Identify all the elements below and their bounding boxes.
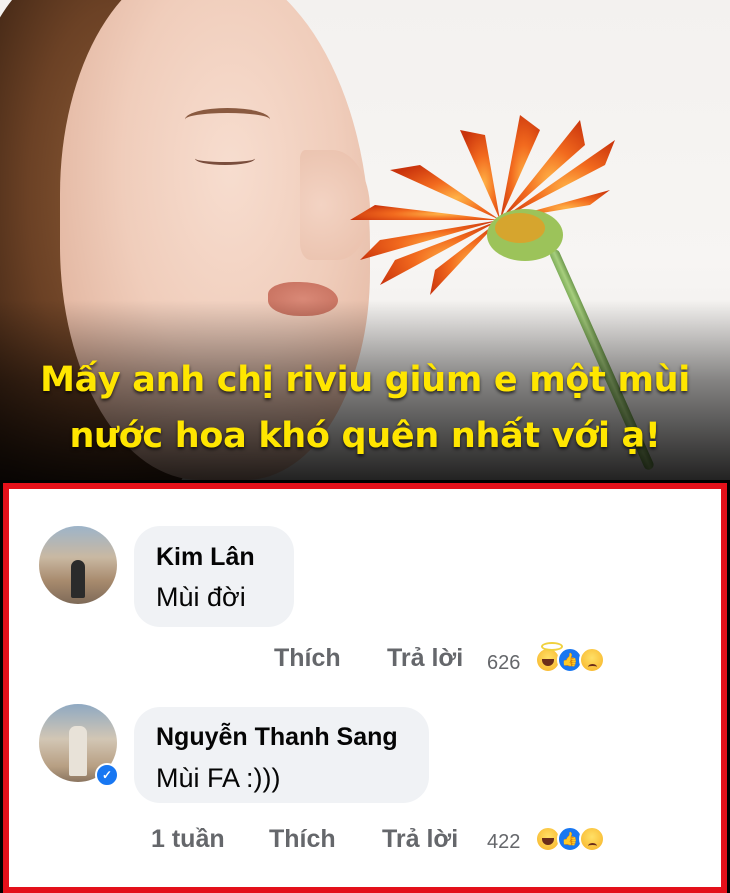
comment-timestamp[interactable]: 1 tuần [151, 825, 225, 854]
reply-button[interactable]: Trả lời [387, 644, 463, 673]
comment-bubble: Nguyễn Thanh Sang Mùi FA :))) [134, 707, 429, 803]
reaction-count[interactable]: 422 [487, 831, 520, 854]
eyebrow [185, 108, 270, 131]
avatar-person [69, 726, 87, 776]
headline: Mấy anh chị riviu giùm e một mùi nước ho… [0, 352, 730, 464]
headline-line-2: nước hoa khó quên nhất với ạ! [69, 416, 661, 456]
reactions-summary[interactable]: 👍 [535, 642, 625, 675]
headline-line-1: Mấy anh chị riviu giùm e một mùi [40, 360, 690, 400]
comment-text: Mùi đời [156, 582, 246, 612]
reaction-count[interactable]: 626 [487, 652, 520, 675]
avatar-kim-lan[interactable] [39, 526, 117, 604]
sad-icon [579, 826, 605, 852]
verified-badge-icon: ✓ [95, 763, 119, 787]
halo-icon [541, 642, 563, 651]
reactions-summary[interactable]: 👍 [535, 826, 625, 854]
reply-button[interactable]: Trả lời [382, 825, 458, 854]
like-button[interactable]: Thích [269, 825, 336, 854]
comment-text: Mùi FA :))) [156, 763, 281, 793]
comment-bubble: Kim Lân Mùi đời [134, 526, 294, 627]
closed-eye [195, 152, 255, 165]
avatar-person [71, 560, 85, 598]
comment-author[interactable]: Nguyễn Thanh Sang [156, 723, 398, 752]
comment-author[interactable]: Kim Lân [156, 543, 255, 572]
like-button[interactable]: Thích [274, 644, 341, 673]
comments-panel: Kim Lân Mùi đời Thích Trả lời 626 👍 ✓ Ng… [3, 483, 727, 893]
gerbera-flower-icon [350, 115, 615, 295]
sad-icon [579, 647, 605, 673]
